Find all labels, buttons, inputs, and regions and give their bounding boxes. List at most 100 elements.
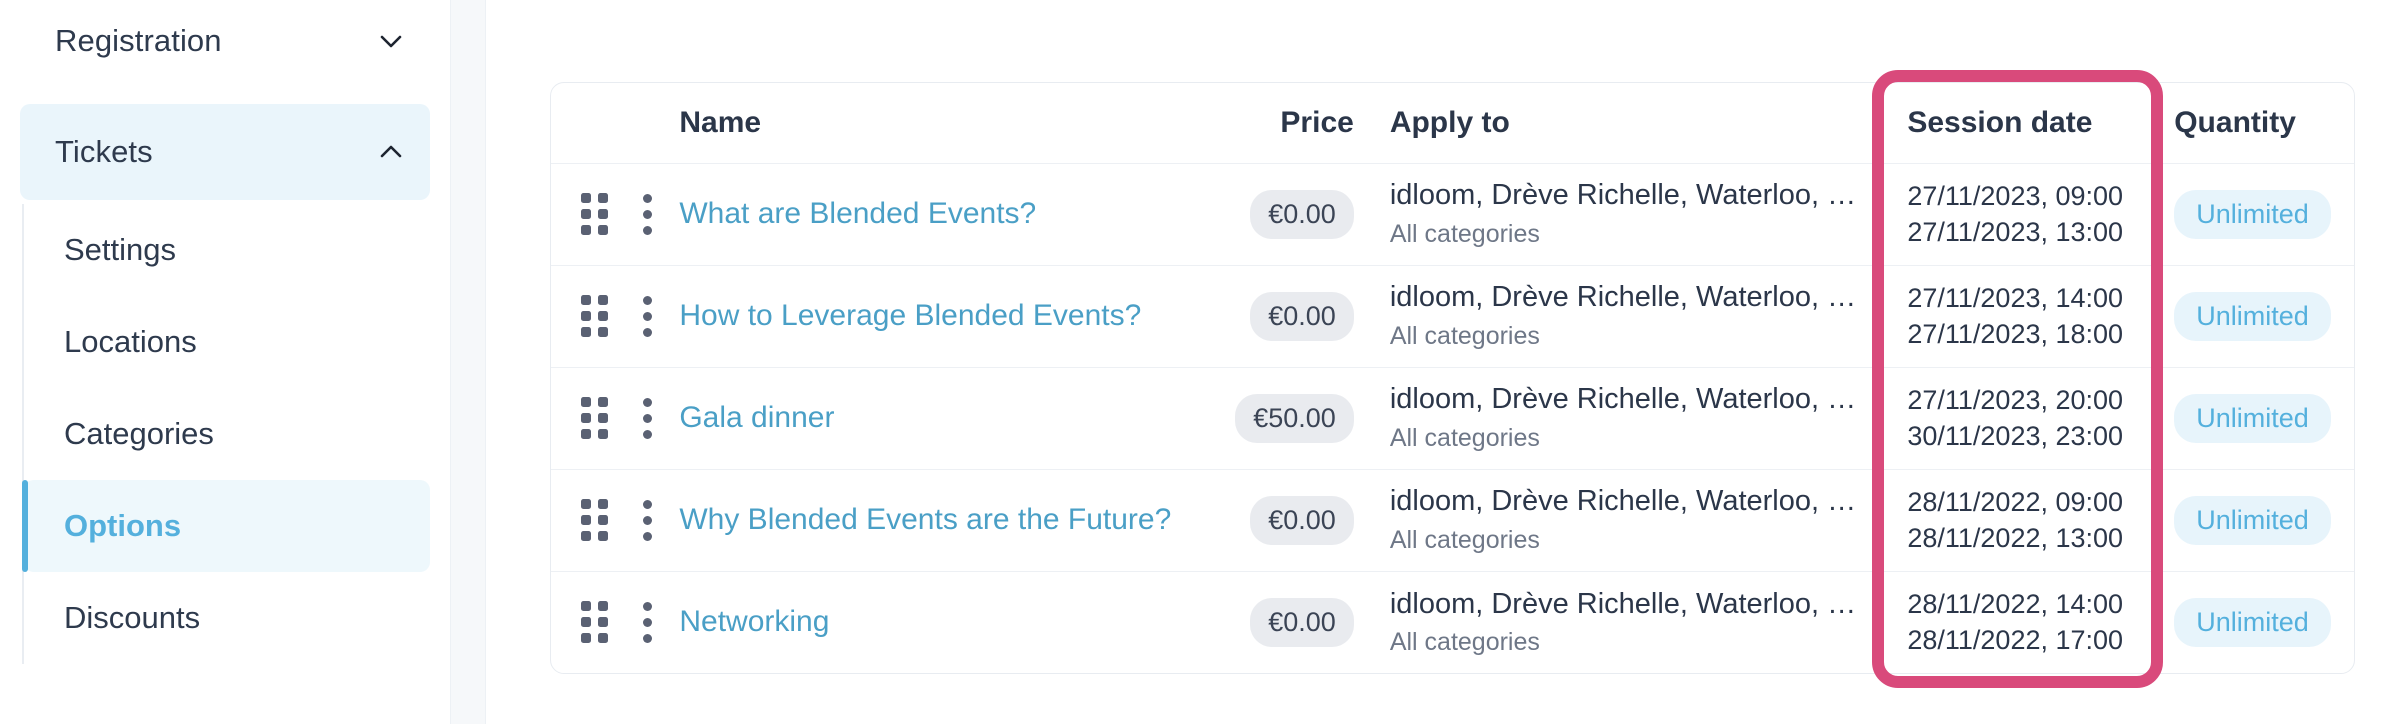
table-row[interactable]: What are Blended Events? €0.00 idloom, D…: [551, 163, 2354, 265]
apply-to-categories: All categories: [1390, 526, 1866, 555]
cell-menu: [620, 571, 679, 673]
cell-name: Networking: [679, 571, 1199, 673]
table-row[interactable]: Why Blended Events are the Future? €0.00…: [551, 469, 2354, 571]
sidebar-item-categories-label: Categories: [64, 416, 214, 452]
drag-handle-icon[interactable]: [581, 193, 608, 235]
session-date-start: 27/11/2023, 20:00: [1907, 382, 2150, 418]
apply-to-categories: All categories: [1390, 424, 1866, 453]
cell-apply-to: idloom, Drève Richelle, Waterloo, Bel… A…: [1362, 571, 1884, 673]
table-header-row: Name Price Apply to Session date Quantit…: [551, 83, 2354, 163]
cell-name: What are Blended Events?: [679, 163, 1199, 265]
kebab-menu-icon[interactable]: [634, 602, 660, 643]
cell-session-date: 28/11/2022, 14:00 28/11/2022, 17:00: [1883, 571, 2150, 673]
col-header-menu: [620, 83, 679, 163]
cell-session-date: 27/11/2023, 14:00 27/11/2023, 18:00: [1883, 265, 2150, 367]
col-header-drag: [551, 83, 620, 163]
apply-to-categories: All categories: [1390, 322, 1866, 351]
cell-name: How to Leverage Blended Events?: [679, 265, 1199, 367]
table-row[interactable]: Networking €0.00 idloom, Drève Richelle,…: [551, 571, 2354, 673]
cell-session-date: 28/11/2022, 09:00 28/11/2022, 13:00: [1883, 469, 2150, 571]
sidebar-item-discounts[interactable]: Discounts: [24, 572, 430, 664]
drag-handle-icon[interactable]: [581, 295, 608, 337]
cell-price: €0.00: [1199, 571, 1362, 673]
col-header-quantity[interactable]: Quantity: [2150, 83, 2354, 163]
ticket-name-link[interactable]: Why Blended Events are the Future?: [679, 503, 1171, 536]
chevron-down-icon[interactable]: [374, 24, 408, 58]
price-badge: €0.00: [1250, 598, 1354, 647]
session-date-end: 27/11/2023, 13:00: [1907, 214, 2150, 250]
sidebar-item-locations[interactable]: Locations: [24, 296, 430, 388]
col-header-apply-to[interactable]: Apply to: [1362, 83, 1884, 163]
sidebar-item-settings[interactable]: Settings: [24, 204, 430, 296]
tickets-table-body: What are Blended Events? €0.00 idloom, D…: [551, 163, 2354, 673]
session-date-end: 28/11/2022, 13:00: [1907, 520, 2150, 556]
price-badge: €0.00: [1250, 496, 1354, 545]
sidebar-group-registration-label: Registration: [55, 23, 222, 59]
cell-apply-to: idloom, Drève Richelle, Waterloo, Bel… A…: [1362, 265, 1884, 367]
cell-menu: [620, 163, 679, 265]
cell-menu: [620, 469, 679, 571]
ticket-name-link[interactable]: How to Leverage Blended Events?: [679, 299, 1141, 332]
tickets-table-card: Name Price Apply to Session date Quantit…: [550, 82, 2355, 674]
cell-quantity: Unlimited: [2150, 265, 2354, 367]
ticket-name-link[interactable]: Networking: [679, 605, 829, 638]
kebab-menu-icon[interactable]: [634, 194, 660, 235]
sidebar-group-tickets-label: Tickets: [55, 134, 153, 170]
cell-price: €0.00: [1199, 265, 1362, 367]
price-badge: €50.00: [1235, 394, 1354, 443]
kebab-menu-icon[interactable]: [634, 296, 660, 337]
sidebar: Registration Tickets Settings Locations: [0, 0, 450, 724]
cell-quantity: Unlimited: [2150, 571, 2354, 673]
cell-name: Why Blended Events are the Future?: [679, 469, 1199, 571]
session-date-start: 28/11/2022, 09:00: [1907, 484, 2150, 520]
drag-handle-icon[interactable]: [581, 397, 608, 439]
sidebar-group-tickets[interactable]: Tickets: [20, 104, 430, 200]
col-header-session-date[interactable]: Session date: [1883, 83, 2150, 163]
sidebar-item-options-label: Options: [64, 508, 181, 544]
col-header-name[interactable]: Name: [679, 83, 1199, 163]
cell-apply-to: idloom, Drève Richelle, Waterloo, Bel… A…: [1362, 163, 1884, 265]
quantity-badge: Unlimited: [2174, 190, 2331, 239]
cell-menu: [620, 265, 679, 367]
apply-to-categories: All categories: [1390, 628, 1866, 657]
session-date-start: 27/11/2023, 14:00: [1907, 280, 2150, 316]
session-date-start: 28/11/2022, 14:00: [1907, 586, 2150, 622]
drag-handle-icon[interactable]: [581, 499, 608, 541]
apply-to-categories: All categories: [1390, 220, 1866, 249]
drag-handle-icon[interactable]: [581, 601, 608, 643]
table-row[interactable]: How to Leverage Blended Events? €0.00 id…: [551, 265, 2354, 367]
col-header-price[interactable]: Price: [1199, 83, 1362, 163]
sidebar-item-locations-label: Locations: [64, 324, 197, 360]
cell-price: €0.00: [1199, 469, 1362, 571]
sidebar-item-options[interactable]: Options: [24, 480, 430, 572]
sidebar-item-discounts-label: Discounts: [64, 600, 200, 636]
sidebar-item-settings-label: Settings: [64, 232, 176, 268]
quantity-badge: Unlimited: [2174, 292, 2331, 341]
sidebar-content-divider: [450, 0, 486, 724]
app-root: Registration Tickets Settings Locations: [0, 0, 2394, 724]
apply-to-value: idloom, Drève Richelle, Waterloo, Bel…: [1390, 383, 1866, 416]
apply-to-value: idloom, Drève Richelle, Waterloo, Bel…: [1390, 281, 1866, 314]
main-content: Name Price Apply to Session date Quantit…: [486, 0, 2394, 724]
session-date-end: 28/11/2022, 17:00: [1907, 622, 2150, 658]
price-badge: €0.00: [1250, 190, 1354, 239]
chevron-up-icon[interactable]: [374, 135, 408, 169]
sidebar-item-categories[interactable]: Categories: [24, 388, 430, 480]
cell-drag: [551, 571, 620, 673]
cell-drag: [551, 367, 620, 469]
sidebar-subnav: Settings Locations Categories Options Di…: [22, 204, 450, 664]
tickets-table-head: Name Price Apply to Session date Quantit…: [551, 83, 2354, 163]
table-row[interactable]: Gala dinner €50.00 idloom, Drève Richell…: [551, 367, 2354, 469]
cell-quantity: Unlimited: [2150, 469, 2354, 571]
cell-name: Gala dinner: [679, 367, 1199, 469]
ticket-name-link[interactable]: What are Blended Events?: [679, 197, 1036, 230]
cell-apply-to: idloom, Drève Richelle, Waterloo, Bel… A…: [1362, 367, 1884, 469]
ticket-name-link[interactable]: Gala dinner: [679, 401, 834, 434]
cell-price: €50.00: [1199, 367, 1362, 469]
session-date-end: 30/11/2023, 23:00: [1907, 418, 2150, 454]
sidebar-group-registration[interactable]: Registration: [20, 0, 430, 82]
cell-drag: [551, 469, 620, 571]
kebab-menu-icon[interactable]: [634, 500, 660, 541]
kebab-menu-icon[interactable]: [634, 398, 660, 439]
quantity-badge: Unlimited: [2174, 496, 2331, 545]
